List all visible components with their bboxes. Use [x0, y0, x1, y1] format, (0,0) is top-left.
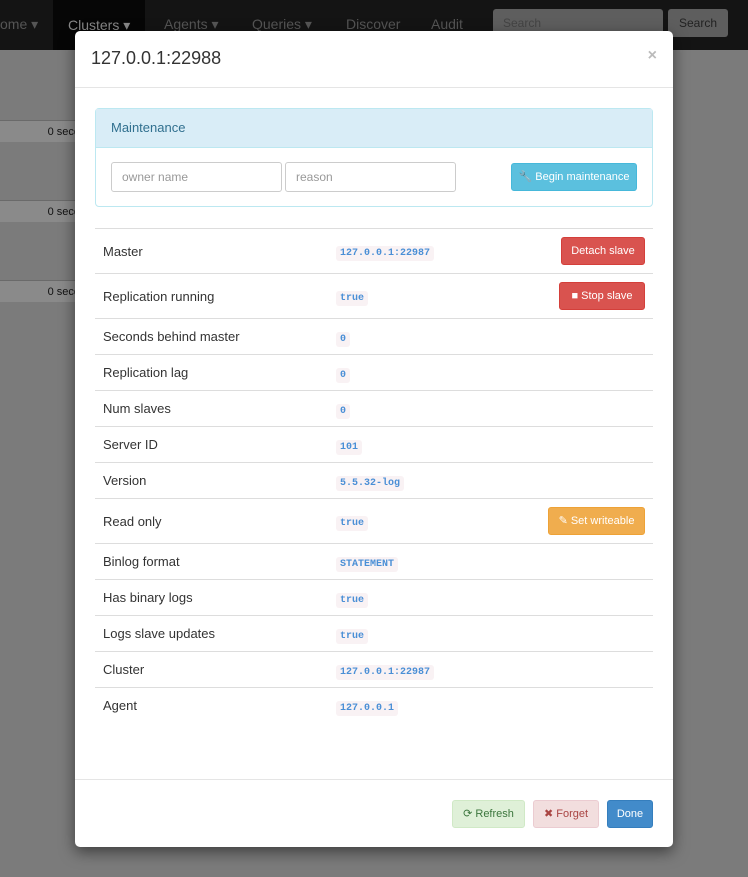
table-row: Logs slave updates true: [95, 615, 653, 652]
table-row: Master 127.0.0.1:22987 Detach slave: [95, 228, 653, 274]
property-key: Cluster: [95, 651, 328, 688]
action-label: Set writeable: [570, 515, 635, 527]
property-value-cell: 127.0.0.1:22987: [328, 651, 653, 688]
owner-name-input[interactable]: owner name: [111, 162, 282, 192]
refresh-label: Refresh: [475, 808, 514, 820]
property-value-cell: 0: [328, 354, 653, 391]
refresh-icon: ⟳: [463, 808, 473, 820]
property-value-cell: 101: [328, 426, 653, 463]
table-row: Replication running true ■ Stop slave: [95, 273, 653, 319]
set-writeable-button[interactable]: ✎ Set writeable: [548, 507, 645, 535]
property-key: Master: [95, 228, 328, 274]
nav-home[interactable]: ome ▾: [0, 16, 38, 33]
property-value-cell: true ■ Stop slave: [328, 273, 653, 319]
property-key: Binlog format: [95, 543, 328, 580]
property-value: true: [336, 516, 369, 531]
property-value: 0: [336, 367, 351, 383]
table-row: Read only true ✎ Set writeable: [95, 498, 653, 544]
property-key: Num slaves: [95, 390, 328, 427]
property-key: Server ID: [95, 426, 328, 463]
property-value: 101: [336, 439, 363, 455]
property-value-cell: 0: [328, 390, 653, 427]
table-row: Server ID 101: [95, 426, 653, 463]
bg-row: 0 seco: [0, 200, 80, 222]
bg-row: 0 seco: [0, 280, 80, 302]
maintenance-panel: Maintenance owner name reason 🔧 Begin ma…: [95, 108, 653, 207]
remove-icon: ✖: [543, 808, 554, 820]
close-icon[interactable]: ×: [648, 47, 657, 65]
table-row: Has binary logs true: [95, 579, 653, 616]
maintenance-heading: Maintenance: [96, 109, 652, 148]
nav-audit[interactable]: Audit: [431, 16, 463, 32]
property-key: Replication running: [95, 273, 328, 319]
table-row: Cluster 127.0.0.1:22987: [95, 651, 653, 688]
property-key: Logs slave updates: [95, 615, 328, 652]
modal-title: 127.0.0.1:22988: [91, 48, 222, 68]
property-value-cell: 0: [328, 318, 653, 355]
search-button[interactable]: Search: [668, 9, 728, 37]
property-value-cell: true: [328, 579, 653, 616]
action-label: Detach slave: [571, 245, 635, 257]
property-value-cell: true: [328, 615, 653, 652]
property-value: 127.0.0.1:22987: [336, 664, 435, 680]
property-key: Read only: [95, 498, 328, 544]
property-value: 0: [336, 403, 351, 419]
forget-button[interactable]: ✖ Forget: [533, 800, 599, 828]
property-value-cell: 5.5.32-log: [328, 462, 653, 499]
wrench-icon: 🔧: [518, 171, 533, 183]
property-value-cell: 127.0.0.1: [328, 687, 653, 723]
modal-footer: ⟳ Refresh ✖ Forget Done: [75, 779, 673, 848]
pencil-icon: ✎: [558, 515, 571, 527]
property-value: 127.0.0.1: [336, 700, 399, 716]
table-row: Binlog format STATEMENT: [95, 543, 653, 580]
property-key: Agent: [95, 687, 328, 723]
property-value-cell: STATEMENT: [328, 543, 653, 580]
reason-input[interactable]: reason: [285, 162, 456, 192]
property-value-cell: 127.0.0.1:22987 Detach slave: [328, 228, 653, 274]
property-value: 127.0.0.1:22987: [336, 246, 435, 261]
nav-discover[interactable]: Discover: [346, 16, 400, 32]
table-row: Num slaves 0: [95, 390, 653, 427]
property-value: 5.5.32-log: [336, 475, 405, 491]
instance-properties-table: Master 127.0.0.1:22987 Detach slave Replica…: [95, 228, 653, 723]
table-row: Replication lag 0: [95, 354, 653, 391]
instance-modal: 127.0.0.1:22988 × Maintenance owner name …: [75, 31, 673, 847]
property-key: Seconds behind master: [95, 318, 328, 355]
table-row: Version 5.5.32-log: [95, 462, 653, 499]
action-label: Stop slave: [581, 290, 633, 302]
bg-row: 0 seco: [0, 120, 80, 142]
property-value: 0: [336, 331, 351, 347]
property-value: true: [336, 628, 369, 644]
property-key: Replication lag: [95, 354, 328, 391]
stop-slave-button[interactable]: ■ Stop slave: [559, 282, 645, 310]
stop-icon: ■: [571, 290, 582, 302]
detach-slave-button[interactable]: Detach slave: [561, 237, 645, 265]
table-row: Seconds behind master 0: [95, 318, 653, 355]
refresh-button[interactable]: ⟳ Refresh: [452, 800, 525, 828]
forget-label: Forget: [556, 808, 589, 820]
property-value-cell: true ✎ Set writeable: [328, 498, 653, 544]
begin-maintenance-label: Begin maintenance: [535, 171, 630, 183]
done-button[interactable]: Done: [607, 800, 653, 828]
property-value: true: [336, 592, 369, 608]
table-row: Agent 127.0.0.1: [95, 687, 653, 723]
property-value: true: [336, 291, 369, 306]
property-key: Version: [95, 462, 328, 499]
begin-maintenance-button[interactable]: 🔧 Begin maintenance: [511, 163, 637, 191]
property-value: STATEMENT: [336, 556, 399, 572]
property-key: Has binary logs: [95, 579, 328, 616]
